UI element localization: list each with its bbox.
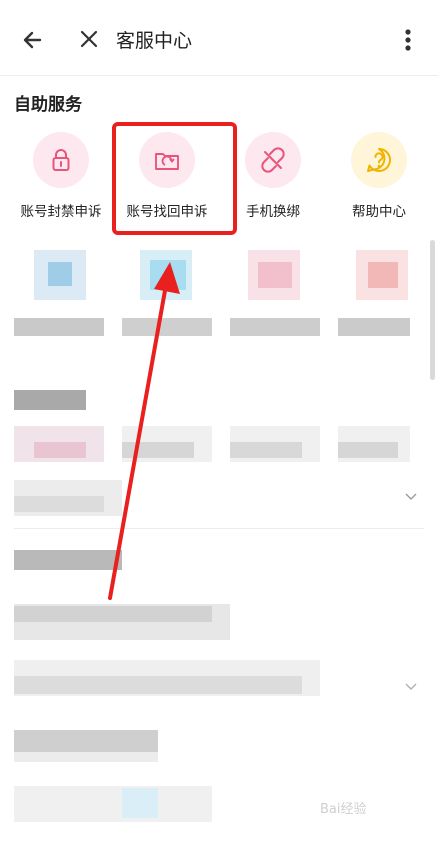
mosaic-block [14, 318, 104, 336]
more-vertical-icon[interactable] [396, 24, 420, 56]
close-icon[interactable] [74, 24, 104, 54]
mosaic-block [14, 676, 302, 694]
divider [14, 528, 424, 529]
top-bar: 客服中心 [0, 0, 438, 76]
service-account-ban-appeal[interactable]: 账号封禁申诉 [11, 128, 111, 228]
mosaic-block [368, 262, 398, 288]
mosaic-block [34, 442, 86, 458]
mosaic-block [338, 318, 410, 336]
mosaic-block [14, 606, 212, 622]
page-title: 客服中心 [116, 30, 193, 52]
mosaic-block [14, 496, 104, 512]
service-help-center[interactable]: 帮助中心 [329, 128, 429, 228]
watermark: Bai经验 [320, 802, 367, 817]
mosaic-block [338, 442, 398, 458]
mosaic-block [230, 442, 302, 458]
mosaic-block [14, 390, 86, 410]
scrollbar[interactable] [430, 240, 435, 380]
mosaic-block [230, 318, 320, 336]
service-label: 帮助中心 [352, 204, 406, 220]
arrow-left-icon[interactable] [18, 24, 50, 56]
mosaic-block [14, 550, 122, 570]
service-label: 账号封禁申诉 [20, 204, 102, 220]
help-bubble-icon [351, 132, 407, 188]
mosaic-block [14, 752, 158, 762]
mosaic-block [14, 786, 212, 822]
mosaic-block [48, 262, 72, 286]
highlight-box [112, 122, 237, 235]
lock-icon [33, 132, 89, 188]
mosaic-block [258, 262, 292, 288]
mosaic-block [122, 318, 212, 336]
mosaic-block [122, 788, 158, 818]
mosaic-block [14, 730, 158, 752]
section-title: 自助服务 [14, 95, 82, 115]
service-label: 手机换绑 [246, 204, 300, 220]
obscured-content [0, 240, 438, 852]
mosaic-block [122, 442, 194, 458]
unlink-icon [245, 132, 301, 188]
chevron-down-icon[interactable] [404, 492, 418, 502]
mosaic-block [150, 260, 186, 290]
service-phone-rebind[interactable]: 手机换绑 [223, 128, 323, 228]
chevron-down-icon[interactable] [404, 682, 418, 692]
